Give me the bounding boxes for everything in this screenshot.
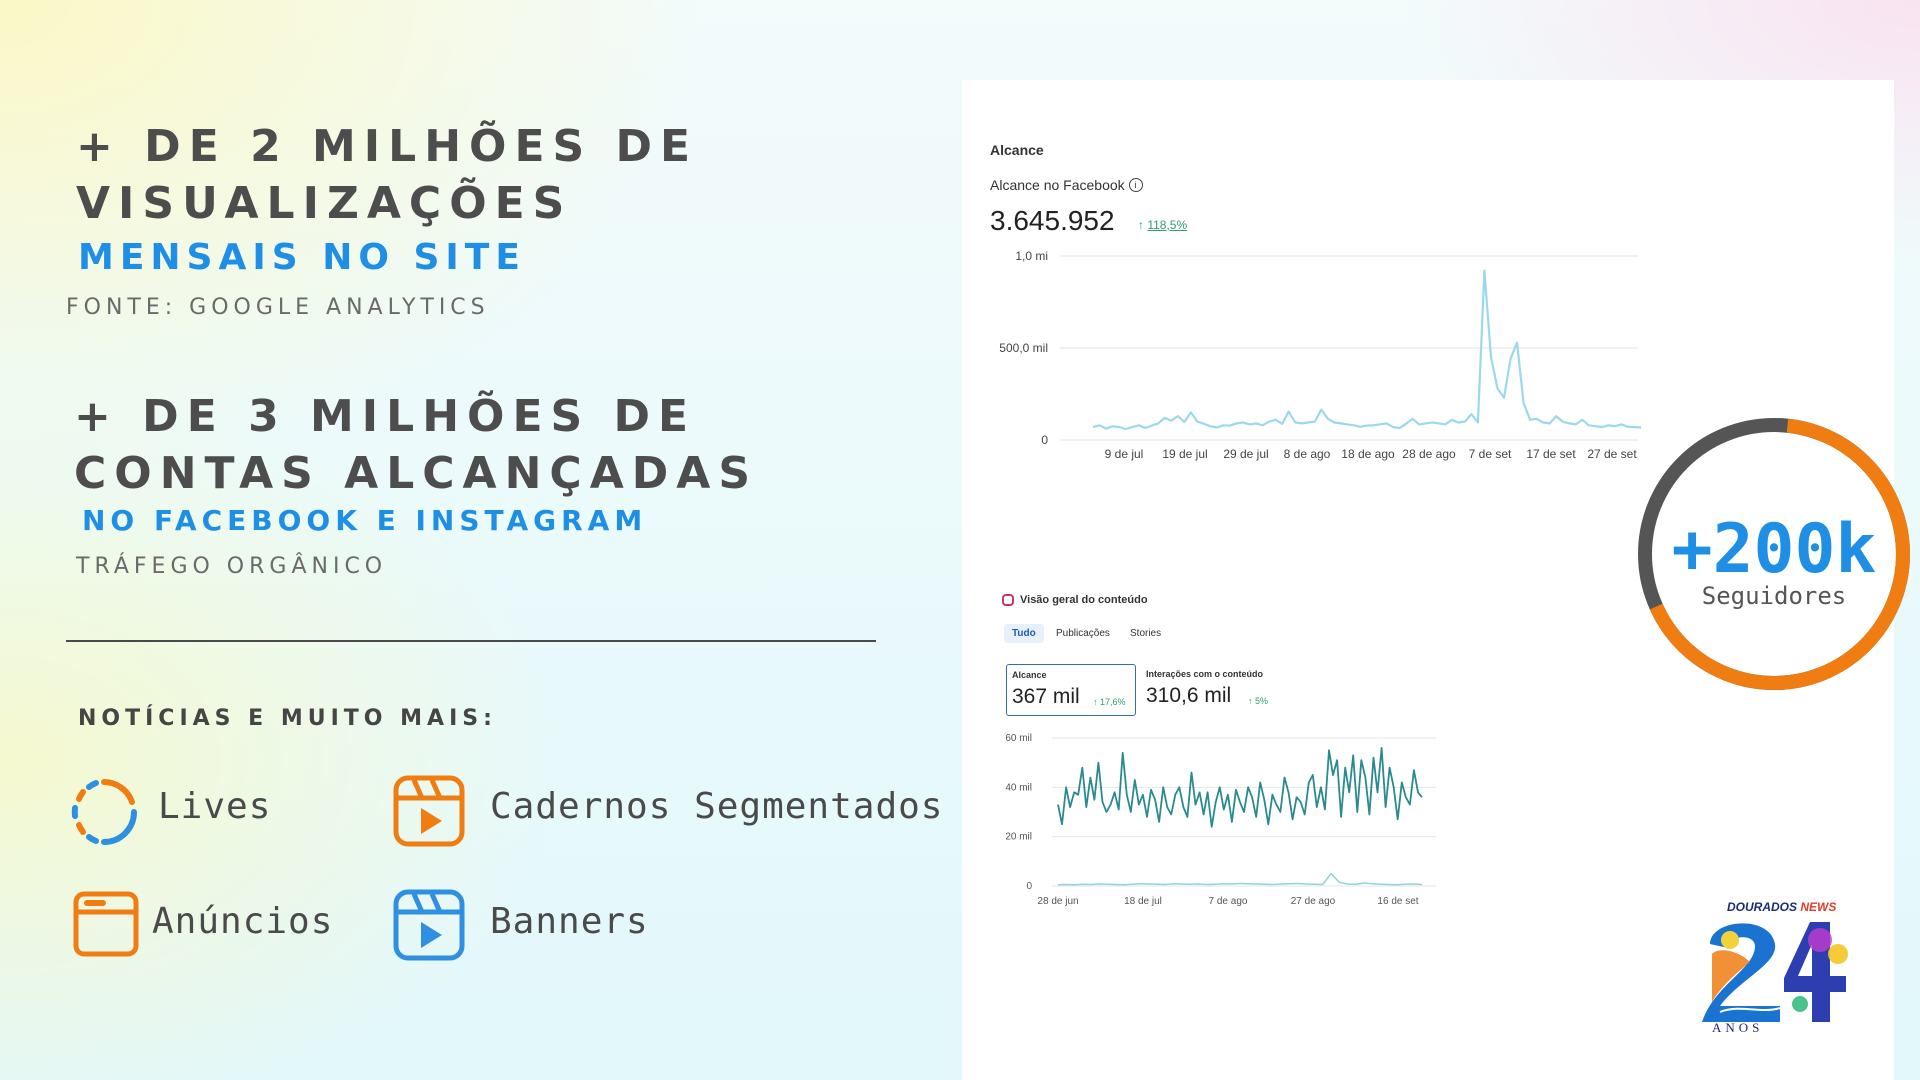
fb-y-tick-label: 500,0 mil: [999, 341, 1048, 355]
headline-reach-highlight: NO FACEBOOK E INSTAGRAM: [82, 504, 648, 537]
ig-card: Visão geral do conteúdo Tudo Publicações…: [990, 588, 1450, 928]
logo-years: ANOS: [1712, 1020, 1764, 1035]
ig-metric-interactions-change: ↑ 5%: [1248, 696, 1268, 706]
ig-y-tick-label: 60 mil: [1005, 733, 1032, 744]
ig-metric-interactions-label: Interações com o conteúdo: [1146, 669, 1264, 679]
arrow-up-icon: ↑: [1138, 218, 1144, 232]
video-clapper-icon: [392, 774, 466, 848]
ig-metric-reach-change: ↑ 17,6%: [1093, 697, 1126, 707]
feature-label-banners: Banners: [490, 901, 649, 942]
fb-x-tick-label: 17 de set: [1526, 447, 1576, 461]
fb-metric-change-text: 118,5%: [1147, 218, 1188, 232]
feature-label-lives: Lives: [158, 786, 272, 827]
instagram-icon: [1002, 594, 1014, 606]
ig-x-tick-label: 7 de ago: [1209, 896, 1248, 907]
video-clapper-icon: [392, 888, 466, 962]
logo-wordmark: DOURADOS NEWS: [1727, 900, 1836, 914]
ig-x-tick-label: 16 de set: [1377, 896, 1418, 907]
ig-metric-interactions[interactable]: Interações com o conteúdo 310,6 mil ↑ 5%: [1146, 664, 1326, 714]
fb-series-line: [1092, 269, 1642, 431]
features-subtitle: NOTÍCIAS E MUITO MAIS:: [78, 706, 497, 731]
ig-tab-stories[interactable]: Stories: [1130, 628, 1161, 639]
ig-y-tick-label: 0: [1026, 881, 1032, 892]
ig-x-tick-label: 27 de ago: [1291, 896, 1336, 907]
fb-y-tick-label: 0: [1041, 433, 1048, 447]
logo-24-emblem: [1702, 922, 1848, 1022]
fb-metric-label: Alcance no Facebook i: [990, 177, 1143, 193]
fb-y-tick-label: 1,0 mi: [1015, 249, 1048, 263]
dourados-news-logo: DOURADOS NEWS ANOS: [1700, 900, 1870, 1040]
fb-x-tick-label: 7 de set: [1469, 447, 1512, 461]
fb-metric-label-text: Alcance no Facebook: [990, 177, 1125, 193]
source-google-analytics: FONTE: GOOGLE ANALYTICS: [66, 295, 490, 320]
ig-metric-reach-label: Alcance: [1012, 670, 1047, 680]
divider: [66, 640, 876, 642]
ig-x-tick-label: 28 de jun: [1037, 896, 1078, 907]
followers-label: Seguidores: [1701, 582, 1847, 610]
ig-y-tick-label: 40 mil: [1005, 782, 1032, 793]
live-ring-icon: [68, 776, 140, 848]
ig-tab-posts[interactable]: Publicações: [1056, 628, 1110, 639]
browser-window-icon: [72, 890, 140, 958]
fb-x-tick-label: 18 de ago: [1341, 447, 1395, 461]
fb-x-tick-label: 9 de jul: [1105, 447, 1144, 461]
ig-metric-interactions-value: 310,6 mil: [1146, 684, 1232, 707]
fb-x-tick-label: 29 de jul: [1223, 447, 1268, 461]
ig-content-chart: 0 20 mil 40 mil 60 mil 28 de jun 18 de jul 7 d…: [1005, 733, 1436, 907]
logo-brand-a: DOURADOS: [1727, 900, 1798, 914]
fb-x-tick-label: 28 de ago: [1402, 447, 1456, 461]
arrow-up-icon: ↑: [1093, 697, 1101, 707]
ig-y-tick-label: 20 mil: [1005, 832, 1032, 843]
info-icon[interactable]: i: [1128, 178, 1143, 192]
ig-metric-reach-value: 367 mil: [1012, 685, 1080, 708]
fb-metric-value: 3.645.952: [990, 205, 1115, 236]
headline-reach-line2: CONTAS ALCANÇADAS: [74, 448, 759, 499]
fb-x-tick-label: 19 de jul: [1162, 447, 1207, 461]
headline-views-highlight: MENSAIS NO SITE: [78, 237, 526, 278]
arrow-up-icon: ↑: [1248, 696, 1256, 706]
ig-series-baseline: [1057, 872, 1423, 886]
ig-card-title: Visão geral do conteúdo: [1020, 594, 1148, 606]
headline-reach-line1: + DE 3 MILHÕES DE: [74, 391, 697, 442]
logo-brand-b: NEWS: [1800, 900, 1837, 914]
ig-metric-reach[interactable]: Alcance 367 mil ↑ 17,6%: [1006, 664, 1136, 716]
feature-label-cadernos: Cadernos Segmentados: [490, 786, 944, 827]
fb-x-tick-label: 8 de ago: [1284, 447, 1331, 461]
ig-tab-all[interactable]: Tudo: [1004, 624, 1044, 643]
fb-reach-chart: 0 500,0 mil 1,0 mi 9 de jul 19 de jul 29 de j…: [999, 249, 1642, 461]
feature-label-anuncios: Anúncios: [152, 901, 334, 942]
fb-metric-change: ↑ 118,5%: [1138, 218, 1187, 232]
ig-metric-interactions-change-text: 5%: [1255, 696, 1269, 706]
ig-metric-reach-change-text: 17,6%: [1100, 697, 1126, 707]
followers-number: +200k: [1671, 510, 1877, 589]
fb-x-tick-label: 27 de set: [1587, 447, 1637, 461]
headline-views-line2: VISUALIZAÇÕES: [76, 178, 573, 229]
headline-views-line1: + DE 2 MILHÕES DE: [76, 121, 699, 172]
ig-x-tick-label: 18 de jul: [1124, 896, 1162, 907]
fb-section-title: Alcance: [990, 142, 1044, 158]
source-organic-traffic: TRÁFEGO ORGÂNICO: [76, 554, 388, 579]
